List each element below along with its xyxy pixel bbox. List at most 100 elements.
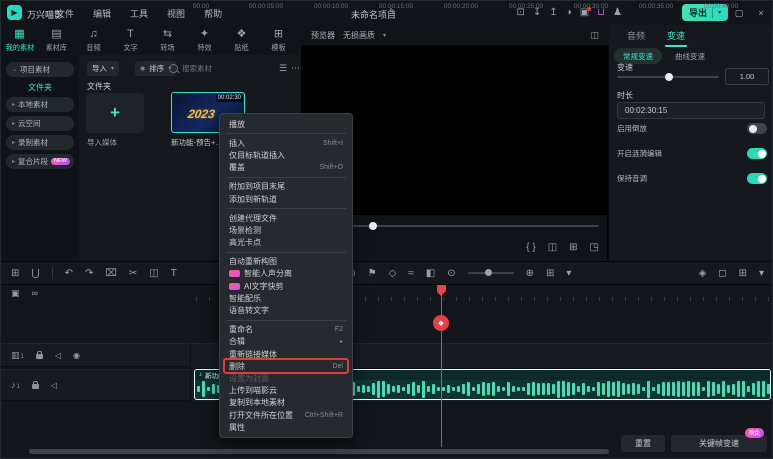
delete-icon[interactable]: ⌧	[105, 268, 117, 279]
speed-knob[interactable]	[665, 73, 673, 81]
menu-item-upload-cloud[interactable]: 上传到喵影云 ▸	[220, 385, 352, 397]
sidebar-item-folder-selected[interactable]: 文件夹	[1, 82, 79, 93]
menu-item-scene-detection[interactable]: 场景检测 ▸	[220, 224, 352, 236]
context-menu-item[interactable]: ▸	[226, 252, 346, 253]
tab-stickers[interactable]: ❖ 贴纸	[223, 25, 260, 55]
progress-knob[interactable]	[369, 222, 377, 230]
grid-icon[interactable]: ⊞	[569, 242, 577, 253]
timeline-settings-caret[interactable]: ▾	[759, 268, 764, 279]
playhead-line[interactable]	[441, 285, 442, 447]
record-icon[interactable]: ⊙	[447, 268, 455, 279]
close-button[interactable]: ×	[750, 1, 772, 25]
tab-stock-media[interactable]: ▤ 素材库	[38, 25, 75, 55]
tab-my-media[interactable]: ▦ 我的素材	[1, 25, 38, 55]
sidebar-group-project-media[interactable]: ⌄ 项目素材	[6, 62, 74, 77]
fullscreen-icon[interactable]: ◳	[590, 242, 599, 253]
menu-item-auto-reframe[interactable]: 自动重新构图 ▸	[220, 256, 352, 268]
lock-icon[interactable]	[36, 354, 43, 359]
context-menu-item[interactable]: ▸	[226, 177, 346, 178]
timeline-zoom-slider[interactable]	[468, 272, 514, 274]
text-tool-icon[interactable]: T	[171, 268, 177, 279]
crop-icon[interactable]: ◫	[149, 268, 158, 279]
copy-icon[interactable]: ▣	[11, 288, 20, 299]
timeline-scrollbar[interactable]	[29, 449, 609, 454]
track-layout-icon[interactable]: ⊞	[546, 268, 554, 279]
mute-icon[interactable]: ◁	[51, 381, 57, 390]
mute-icon[interactable]: ◁	[55, 351, 61, 360]
tab-text[interactable]: T 文字	[112, 25, 149, 55]
speed-slider[interactable]	[617, 76, 719, 78]
toggle-switch[interactable]	[747, 173, 767, 184]
menu-item-vocal-separation[interactable]: 智能人声分离 ▸	[220, 268, 352, 280]
render-preview-icon[interactable]: ◈	[699, 268, 707, 279]
user-icon[interactable]: ♟	[613, 8, 622, 18]
toggle-switch[interactable]	[747, 148, 767, 159]
snapshot-icon[interactable]: ◫	[548, 242, 557, 253]
menu-item-insert[interactable]: 插入 Shift+I ▸	[220, 137, 352, 149]
menu-item-compilation[interactable]: 合辑 ▸	[220, 336, 352, 348]
tab-speed-props[interactable]: 变速	[665, 26, 687, 45]
menu-item-delete[interactable]: 删除 Del ▸	[220, 360, 352, 372]
quality-dropdown[interactable]: 无损画质	[343, 30, 375, 41]
more-options-icon[interactable]: ⋯	[291, 64, 300, 73]
duration-input[interactable]: 00:02:30:15	[617, 102, 765, 119]
timeline-settings-icon[interactable]: ⊞	[739, 268, 747, 279]
search-input[interactable]: 搜索素材	[169, 61, 257, 76]
tab-transitions[interactable]: ⇆ 转场	[149, 25, 186, 55]
mark-in-out-icon[interactable]: { }	[526, 242, 535, 253]
context-menu-item[interactable]: ▸	[226, 133, 346, 134]
menu-view[interactable]: 视图	[164, 7, 188, 20]
audio-stretch-icon[interactable]: ≈	[408, 268, 414, 279]
mini-window-icon[interactable]: ◫	[590, 31, 599, 40]
menu-item-speech-to-text[interactable]: 语音转文字 ▸	[220, 304, 352, 316]
sidebar-item-local-media[interactable]: ▸ 本地素材	[6, 97, 74, 112]
reset-button[interactable]: 重置	[621, 435, 665, 452]
menu-item-play[interactable]: 播放 ▸	[220, 118, 352, 130]
lock-icon[interactable]	[32, 384, 39, 389]
menu-item-smart-bgm[interactable]: 智能配乐 ▸	[220, 292, 352, 304]
caret-down-icon[interactable]: ▾	[383, 32, 386, 39]
menu-item-ai-text-cut[interactable]: AI文字快剪 ▸	[220, 280, 352, 292]
tab-audio-props[interactable]: 音频	[625, 26, 647, 45]
import-button[interactable]: 导入▾	[87, 61, 119, 76]
tab-templates[interactable]: ⊞ 模板	[260, 25, 297, 55]
keyframe-icon[interactable]: ◇	[389, 268, 397, 279]
toggle-switch[interactable]	[747, 123, 767, 134]
menu-item-overwrite[interactable]: 覆盖 Shift+O ▸	[220, 162, 352, 174]
undo-icon[interactable]: ↶	[65, 268, 73, 279]
track-layout-caret[interactable]: ▾	[566, 268, 571, 279]
context-menu-item[interactable]: ▸	[226, 208, 346, 209]
subtab-curve-speed[interactable]: 曲线变速	[666, 48, 714, 64]
menu-tools[interactable]: 工具	[127, 7, 151, 20]
menu-item-add-to-new-track[interactable]: 添加到新轨道 ▸	[220, 193, 352, 205]
menu-item-append-to-end[interactable]: 附加到项目末尾 ▸	[220, 181, 352, 193]
tab-effects[interactable]: ✦ 特效	[186, 25, 223, 55]
zoom-fit-icon[interactable]: ⊕	[526, 268, 534, 279]
sidebar-item-recorded-media[interactable]: ▸ 录制素材	[6, 135, 74, 150]
context-menu-item[interactable]: ▸	[226, 320, 346, 321]
tab-audio[interactable]: ♫ 音频	[75, 25, 112, 55]
link-icon[interactable]: ∞	[32, 288, 38, 298]
menu-item-open-file-location[interactable]: 打开文件所在位置 Ctrl+Shift+R ▸	[220, 409, 352, 421]
marker-icon[interactable]: ⚑	[368, 268, 377, 279]
menu-item-insert-target-track[interactable]: 仅目标轨道插入 ▸	[220, 149, 352, 161]
magnet-icon[interactable]: ⋃	[31, 268, 39, 279]
menu-item-copy-to-local[interactable]: 复制到本地素材 ▸	[220, 397, 352, 409]
razor-icon[interactable]: ✂	[129, 268, 137, 279]
sidebar-item-compound-clip[interactable]: ▸ 复合片段 NEW	[6, 154, 74, 169]
track-manager-icon[interactable]: ⊞	[11, 268, 19, 279]
cloud-upload-icon[interactable]: ↥	[549, 8, 557, 18]
redo-icon[interactable]: ↷	[85, 268, 93, 279]
preview-progress-slider[interactable]	[311, 225, 599, 227]
menu-edit[interactable]: 编辑	[90, 7, 114, 20]
theme-icon[interactable]: ◑	[566, 8, 572, 18]
playhead-drag-badge[interactable]: ◆	[433, 315, 449, 331]
playhead-handle[interactable]	[437, 285, 446, 292]
menu-item-create-proxy[interactable]: 创建代理文件 ▸	[220, 212, 352, 224]
import-media-tile[interactable]: +	[86, 93, 144, 133]
eye-icon[interactable]: ◉	[73, 351, 80, 360]
menu-file[interactable]: 文件	[53, 7, 77, 20]
menu-item-set-as-cover[interactable]: 设置为封面 ▸	[220, 372, 352, 384]
menu-item-highlight[interactable]: 高光卡点 ▸	[220, 237, 352, 249]
mask-icon[interactable]: ◧	[426, 268, 435, 279]
